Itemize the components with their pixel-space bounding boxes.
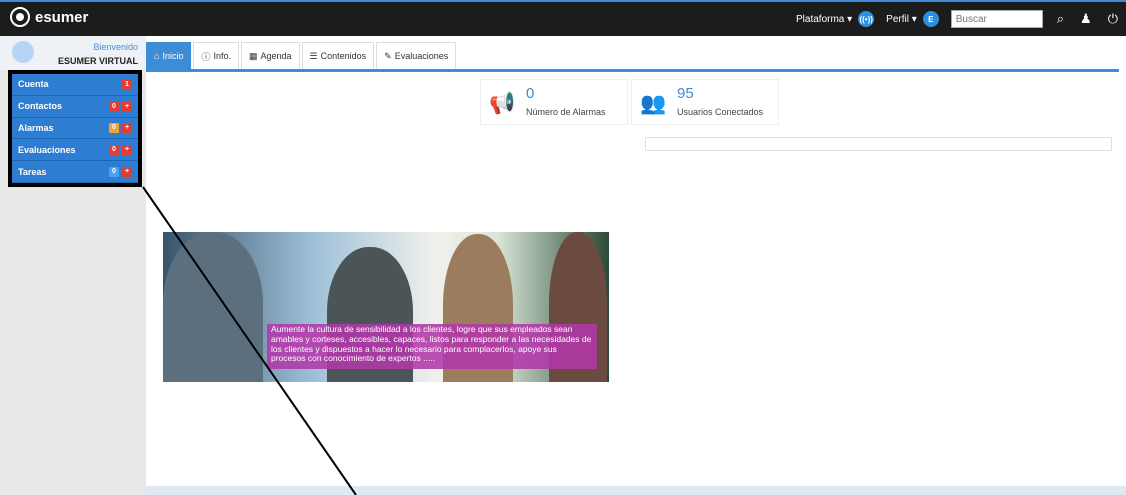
- sidebar-item-badges: 0 +: [106, 122, 132, 133]
- main-tabs: ⌂ Inicio ⓘ Info. ▦ Agenda ☰ Contenidos ✎…: [146, 42, 458, 70]
- home-icon: ⌂: [154, 51, 160, 61]
- connected-users-label: Usuarios Conectados: [677, 107, 764, 117]
- tab-label: Agenda: [260, 51, 292, 61]
- sidebar-item-alarmas[interactable]: Alarmas 0 +: [12, 118, 138, 140]
- sidebar-menu: Cuenta 1 Contactos 0 + Alarmas 0 + Evalu…: [8, 70, 142, 187]
- top-right-navigation: Plataforma ▾ ((•)) Perfil ▾ E ⌕ ♟ ⏻: [796, 2, 1126, 36]
- megaphone-icon: 📢: [489, 92, 516, 115]
- power-icon[interactable]: ⏻: [1108, 11, 1118, 27]
- sidebar-item-label: Cuenta: [18, 79, 49, 90]
- pencil-icon: ✎: [384, 50, 392, 61]
- sidebar-user-panel: Bienvenido ESUMER VIRTUAL: [0, 36, 146, 70]
- profile-menu[interactable]: Perfil ▾: [886, 14, 917, 25]
- platform-menu[interactable]: Plataforma ▾: [796, 14, 852, 25]
- brand-logo-icon: [10, 7, 30, 27]
- sidebar-item-badges: 1: [119, 79, 132, 90]
- promotional-banner: Aumente la cultura de sensibilidad a los…: [163, 232, 609, 382]
- alarm-count: 0: [526, 85, 535, 102]
- sidebar-item-contactos[interactable]: Contactos 0 +: [12, 96, 138, 118]
- list-icon: ☰: [309, 50, 318, 61]
- tab-contenidos[interactable]: ☰ Contenidos: [301, 42, 375, 69]
- add-contact-badge[interactable]: +: [122, 101, 132, 112]
- brand-name: esumer: [35, 8, 89, 26]
- tab-evaluaciones[interactable]: ✎ Evaluaciones: [376, 42, 457, 69]
- binoculars-icon[interactable]: ⌕: [1057, 11, 1064, 27]
- tab-label: Info.: [213, 51, 231, 61]
- sidebar-item-badges: 0 +: [106, 101, 132, 112]
- tab-info[interactable]: ⓘ Info.: [193, 42, 239, 69]
- user-icon[interactable]: ♟: [1080, 11, 1092, 27]
- add-task-badge[interactable]: +: [122, 166, 132, 177]
- sidebar-item-label: Contactos: [18, 101, 63, 112]
- evaluations-count-badge: 0: [109, 144, 119, 155]
- sidebar-item-tareas[interactable]: Tareas 0 +: [12, 161, 138, 183]
- add-alarm-badge[interactable]: +: [122, 122, 132, 133]
- sidebar-item-label: Alarmas: [18, 122, 54, 133]
- sidebar-item-badges: 0 +: [106, 166, 132, 177]
- add-evaluation-badge[interactable]: +: [122, 144, 132, 155]
- tasks-count-badge: 0: [109, 166, 119, 177]
- sidebar-item-label: Tareas: [18, 166, 47, 177]
- profile-avatar[interactable]: E: [922, 11, 939, 27]
- banner-person-image: [163, 232, 263, 382]
- tab-label: Contenidos: [320, 51, 367, 61]
- tab-inicio[interactable]: ⌂ Inicio: [146, 42, 192, 69]
- brand-logo[interactable]: esumer: [10, 7, 88, 27]
- tab-label: Evaluaciones: [394, 51, 449, 61]
- connected-users-count: 95: [677, 85, 694, 102]
- signal-icon[interactable]: ((•)): [858, 11, 875, 27]
- connected-users-stat-card[interactable]: 👥 95 Usuarios Conectados: [631, 79, 779, 125]
- calendar-icon: ▦: [248, 50, 258, 61]
- welcome-text: Bienvenido: [93, 42, 138, 52]
- alarms-stat-card[interactable]: 📢 0 Número de Alarmas: [480, 79, 628, 125]
- users-icon: 👥: [640, 92, 667, 115]
- contacts-count-badge: 0: [109, 101, 119, 112]
- tab-label: Inicio: [162, 51, 184, 61]
- alarm-count-label: Número de Alarmas: [526, 107, 606, 117]
- account-count-badge: 1: [122, 79, 132, 90]
- sidebar-item-badges: 0 +: [106, 144, 132, 155]
- top-navigation-bar: esumer Plataforma ▾ ((•)) Perfil ▾ E ⌕ ♟…: [0, 0, 1126, 36]
- sidebar-item-evaluaciones[interactable]: Evaluaciones 0 +: [12, 139, 138, 162]
- sidebar-item-label: Evaluaciones: [18, 144, 76, 155]
- user-avatar: [12, 41, 34, 63]
- user-name: ESUMER VIRTUAL: [57, 56, 138, 66]
- search-input[interactable]: [950, 10, 1043, 28]
- footer-bar: [146, 486, 1126, 495]
- empty-content-panel: [645, 137, 1112, 151]
- alarms-count-badge: 0: [109, 122, 119, 133]
- tab-agenda[interactable]: ▦ Agenda: [240, 42, 300, 69]
- info-icon: ⓘ: [201, 51, 211, 62]
- sidebar-item-cuenta[interactable]: Cuenta 1: [12, 74, 138, 96]
- banner-message: Aumente la cultura de sensibilidad a los…: [267, 324, 597, 369]
